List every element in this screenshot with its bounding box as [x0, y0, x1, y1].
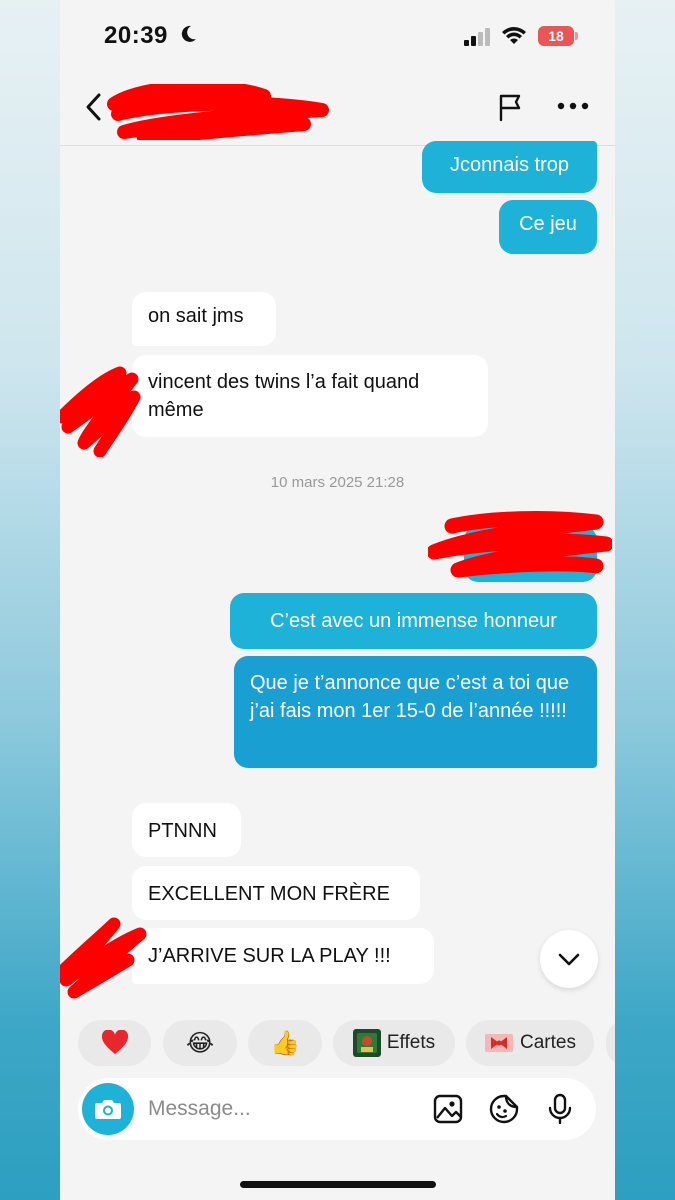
camera-icon — [95, 1100, 121, 1119]
home-indicator — [240, 1181, 436, 1188]
microphone-icon[interactable] — [544, 1093, 576, 1125]
more-dots-icon[interactable] — [556, 96, 590, 116]
laughing-face-icon: 😂 — [185, 1029, 215, 1057]
cards-button[interactable]: Cartes — [466, 1020, 594, 1066]
more-reactions-chip[interactable] — [606, 1020, 615, 1066]
message-bubble-incoming[interactable]: on sait jms — [132, 292, 276, 346]
conversation-timestamp: 10 mars 2025 21:28 — [270, 474, 405, 491]
battery-level: 18 — [538, 26, 574, 46]
image-icon[interactable] — [432, 1093, 464, 1125]
chat-screen: 20:39 18 Jconnais trop Ce jeu on sait jm… — [60, 0, 615, 1200]
message-bubble-outgoing[interactable]: Ce jeu — [499, 200, 597, 254]
message-bubble-incoming[interactable]: J’ARRIVE SUR LA PLAY !!! — [132, 928, 434, 984]
gift-card-icon — [485, 1034, 514, 1052]
conversation-header — [60, 70, 615, 146]
effects-thumbnail-icon — [352, 1029, 381, 1057]
message-bubble-outgoing[interactable]: C’est avec un immense honneur — [230, 593, 597, 649]
contact-name-redacted[interactable] — [104, 84, 334, 140]
message-bubble-outgoing[interactable]: Jconnais trop — [422, 141, 597, 193]
reaction-laugh-button[interactable]: 😂 — [163, 1020, 237, 1066]
message-bubble-incoming[interactable]: vincent des twins l’a fait quand même — [132, 355, 488, 437]
effects-label: Effets — [386, 1032, 436, 1053]
chevron-down-icon — [558, 953, 580, 966]
avatar-redacted — [60, 917, 147, 999]
battery-indicator: 18 — [538, 26, 578, 46]
message-bubble-incoming[interactable]: EXCELLENT MON FRÈRE — [132, 866, 420, 920]
heart-icon — [101, 1030, 128, 1054]
reaction-heart-button[interactable] — [78, 1020, 151, 1066]
avatar-redacted — [60, 366, 141, 457]
message-composer — [78, 1078, 596, 1140]
message-input[interactable] — [148, 1091, 418, 1127]
camera-button[interactable] — [82, 1083, 134, 1135]
sticker-icon[interactable] — [488, 1093, 520, 1125]
scroll-to-bottom-button[interactable] — [540, 930, 598, 988]
cards-label: Cartes — [520, 1032, 576, 1053]
thumbs-up-icon: 👍 — [270, 1029, 300, 1057]
wifi-icon — [502, 27, 526, 44]
message-bubble-outgoing[interactable]: Que je t’annonce que c’est a toi que j’a… — [234, 656, 597, 768]
effects-button[interactable]: Effets — [333, 1020, 455, 1066]
redaction-scribble — [428, 511, 612, 578]
status-bar: 20:39 18 — [60, 0, 615, 70]
status-time: 20:39 — [104, 22, 168, 49]
reaction-thumbs-up-button[interactable]: 👍 — [248, 1020, 322, 1066]
chevron-left-icon[interactable] — [82, 92, 106, 122]
flag-icon[interactable] — [496, 92, 526, 122]
message-bubble-incoming[interactable]: PTNNN — [132, 803, 241, 857]
moon-icon — [181, 25, 196, 42]
cellular-signal-icon — [464, 28, 490, 46]
